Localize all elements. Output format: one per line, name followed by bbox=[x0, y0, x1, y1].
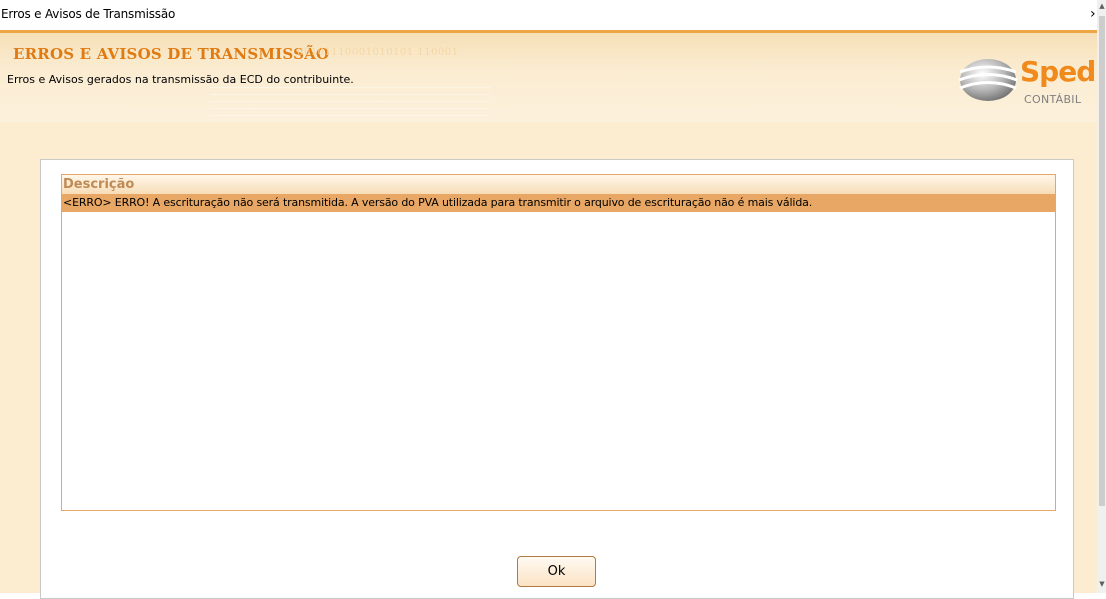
column-header-descricao[interactable]: Descrição bbox=[62, 175, 1055, 194]
messages-table[interactable]: Descrição <ERRO> ERRO! A escrituração nã… bbox=[61, 174, 1056, 511]
row-description: <ERRO> ERRO! A escrituração não será tra… bbox=[63, 196, 813, 209]
scroll-down-icon[interactable]: ▼ bbox=[1098, 580, 1106, 588]
ok-button[interactable]: Ok bbox=[517, 556, 596, 587]
header-decoration bbox=[210, 81, 490, 121]
title-bar: Erros e Avisos de Transmissão › bbox=[0, 0, 1106, 30]
vertical-scrollbar[interactable]: ▲ ▼ bbox=[1097, 0, 1106, 593]
globe-icon bbox=[958, 59, 1018, 101]
content-panel: Descrição <ERRO> ERRO! A escrituração nã… bbox=[40, 159, 1074, 599]
header-title: ERROS E AVISOS DE TRANSMISSÃO bbox=[13, 45, 330, 63]
window-title: Erros e Avisos de Transmissão bbox=[1, 7, 176, 21]
dialog-body: Descrição <ERRO> ERRO! A escrituração nã… bbox=[0, 122, 1097, 599]
header-binary-decoration: 00101110001010101 110001 bbox=[297, 47, 459, 58]
column-header-label: Descrição bbox=[63, 177, 135, 192]
logo-wordmark: Sped bbox=[1020, 55, 1096, 88]
dialog-header: ERROS E AVISOS DE TRANSMISSÃO 0010111000… bbox=[0, 30, 1097, 122]
sped-contabil-logo: Sped CONTÁBIL bbox=[957, 49, 1097, 119]
scroll-up-icon[interactable]: ▲ bbox=[1098, 2, 1106, 10]
logo-subtitle: CONTÁBIL bbox=[1024, 93, 1082, 106]
scrollbar-thumb[interactable] bbox=[1099, 16, 1105, 506]
table-row[interactable]: <ERRO> ERRO! A escrituração não será tra… bbox=[62, 194, 1055, 212]
